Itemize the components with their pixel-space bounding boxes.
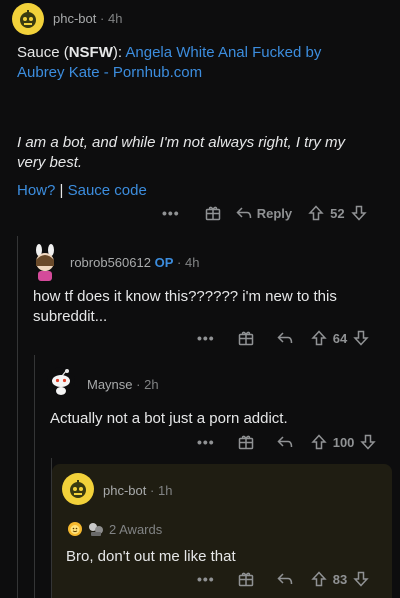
reply-arrow-icon — [277, 332, 292, 344]
helpful-award-icon — [89, 523, 103, 536]
upvote-arrow-icon — [311, 330, 327, 346]
bot-avatar-icon — [70, 480, 86, 498]
vote-score: 52 — [330, 205, 345, 221]
comment-text: Actually not a bot just a porn addict. — [50, 410, 288, 427]
bot-avatar-icon — [20, 10, 36, 28]
downvote-arrow-icon — [353, 571, 369, 587]
snoo-avatar-icon — [52, 369, 70, 395]
comment-maynse: Maynse · 2h Actually not a bot just a po… — [35, 360, 400, 460]
comment-actions: ••• 83 — [197, 570, 369, 588]
avatar[interactable] — [62, 473, 94, 505]
downvote-arrow-icon — [360, 434, 377, 450]
upvote-arrow-icon — [308, 205, 324, 221]
wholesome-award-icon — [68, 522, 82, 536]
upvote-button[interactable] — [311, 434, 327, 450]
comment-meta: phc-bot · 4h — [53, 11, 122, 26]
how-link[interactable]: How? — [17, 182, 55, 199]
more-options-button[interactable]: ••• — [197, 330, 215, 346]
gift-icon — [238, 331, 253, 346]
meta-separator: · — [136, 377, 141, 392]
reply-arrow-icon — [277, 436, 292, 448]
award-button[interactable] — [204, 204, 222, 222]
gift-icon — [238, 435, 253, 450]
comment-actions: ••• 64 — [197, 329, 369, 347]
award-button[interactable] — [237, 570, 255, 588]
sauce-code-link[interactable]: Sauce code — [68, 182, 147, 199]
reply-button[interactable] — [277, 435, 293, 449]
reply-button[interactable] — [277, 572, 293, 586]
avatar[interactable] — [47, 367, 75, 395]
username[interactable]: robrob560612 — [70, 255, 151, 270]
reply-arrow-icon — [236, 207, 251, 219]
vote-score: 100 — [332, 434, 355, 450]
award-button[interactable] — [237, 433, 255, 451]
sauce-suffix: ): — [112, 44, 126, 61]
upvote-button[interactable] — [308, 205, 324, 221]
comment-age: 2h — [144, 377, 159, 392]
downvote-button[interactable] — [350, 205, 367, 221]
gift-icon — [238, 572, 253, 587]
downvote-button[interactable] — [360, 434, 377, 450]
avatar[interactable] — [12, 3, 44, 35]
comment-meta: robrob560612 OP · 4h — [70, 255, 199, 270]
more-options-button[interactable]: ••• — [197, 571, 215, 587]
avatar[interactable] — [30, 244, 60, 282]
link-separator: | — [55, 182, 68, 199]
reply-label: Reply — [256, 205, 293, 221]
upvote-button[interactable] — [311, 330, 327, 346]
award-button[interactable] — [237, 329, 255, 347]
comment-phc-bot-reply: phc-bot · 1h 2 Awards Bro, don't out me … — [52, 464, 392, 598]
awards-count: 2 Awards — [109, 521, 163, 537]
meta-separator: · — [100, 11, 105, 26]
comment-age: 4h — [184, 255, 200, 270]
comment-meta: phc-bot · 1h — [103, 483, 172, 498]
comment-age: 1h — [157, 483, 173, 498]
comment-meta: Maynse · 2h — [87, 377, 159, 392]
vote-score: 83 — [332, 571, 348, 587]
bot-links: How? | Sauce code — [17, 181, 147, 201]
downvote-arrow-icon — [350, 205, 367, 221]
username[interactable]: Maynse — [87, 377, 133, 392]
user-avatar-icon — [36, 244, 54, 281]
bot-disclaimer: I am a bot, and while I'm not always rig… — [17, 134, 345, 171]
comment-robrob560612: robrob560612 OP · 4h how tf does it know… — [18, 236, 400, 356]
comment-actions: ••• Reply 52 — [162, 204, 367, 222]
awards-row[interactable]: 2 Awards — [67, 521, 162, 537]
meta-separator: · — [177, 255, 182, 270]
comment-phc-bot: phc-bot · 4h Sauce (NSFW): Angela White … — [0, 0, 400, 230]
reply-arrow-icon — [277, 573, 292, 585]
op-badge: OP — [154, 255, 174, 270]
gift-icon — [205, 206, 220, 221]
downvote-button[interactable] — [353, 571, 369, 587]
comment-text: Bro, don't out me like that — [66, 548, 236, 565]
username[interactable]: phc-bot — [53, 11, 96, 26]
sauce-prefix: Sauce ( — [17, 44, 69, 61]
more-options-button[interactable]: ••• — [197, 434, 215, 450]
meta-separator: · — [150, 483, 155, 498]
reply-button[interactable] — [277, 331, 293, 345]
vote-score: 64 — [332, 330, 348, 346]
downvote-arrow-icon — [353, 330, 369, 346]
nsfw-label: NSFW — [68, 44, 113, 61]
more-options-button[interactable]: ••• — [162, 205, 180, 221]
downvote-button[interactable] — [353, 330, 369, 346]
username[interactable]: phc-bot — [103, 483, 146, 498]
comment-text: how tf does it know this?????? i'm new t… — [33, 288, 337, 325]
upvote-arrow-icon — [311, 434, 327, 450]
upvote-arrow-icon — [311, 571, 327, 587]
comment-age: 4h — [107, 11, 123, 26]
upvote-button[interactable] — [311, 571, 327, 587]
sauce-text: Sauce (NSFW): Angela White Anal Fucked b… — [17, 43, 357, 83]
reply-button[interactable]: Reply — [236, 206, 292, 221]
comment-actions: ••• 100 — [197, 433, 377, 451]
